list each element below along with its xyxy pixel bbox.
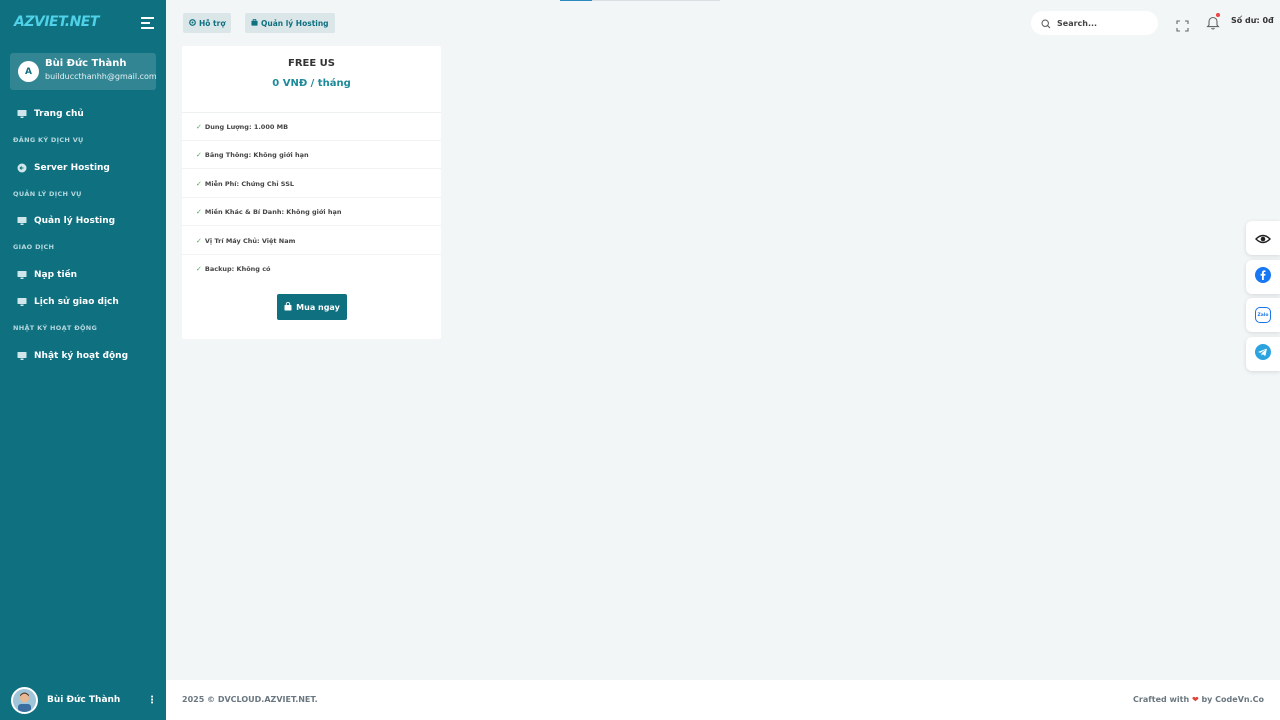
check-icon: ✓: [196, 122, 202, 131]
avatar[interactable]: [11, 687, 38, 714]
feature-text: Băng Thông: Không giới hạn: [204, 150, 309, 159]
eye-icon: [1255, 229, 1271, 248]
sidebar-item-deposit[interactable]: Nạp tiền: [17, 266, 77, 284]
visibility-button[interactable]: [1246, 221, 1280, 255]
search-box[interactable]: [1031, 11, 1158, 35]
monitor-icon: [17, 351, 27, 361]
more-options-icon[interactable]: ⋮: [147, 695, 157, 706]
telegram-button[interactable]: [1246, 337, 1280, 371]
balance: Số dư: 0đ: [1231, 16, 1274, 25]
buy-now-button[interactable]: Mua ngay: [277, 294, 347, 320]
sidebar: AZVIET.NET A Bùi Đức Thành builduccthanh…: [0, 0, 166, 720]
check-icon: ✓: [196, 207, 202, 216]
support-label: Hỗ trợ: [199, 18, 226, 28]
feature-item: ✓ Miền Khác & Bí Danh: Không giới hạn: [182, 198, 441, 226]
telegram-icon: [1255, 344, 1271, 364]
sidebar-item-home[interactable]: Trang chủ: [17, 105, 84, 123]
zalo-icon: Zalo: [1255, 307, 1271, 323]
check-icon: ✓: [196, 179, 202, 188]
check-icon: ✓: [196, 236, 202, 245]
sidebar-item-transaction-history[interactable]: Lịch sử giao dịch: [17, 293, 119, 311]
plan-price: 0 VNĐ / tháng: [272, 78, 351, 89]
feature-text: Vị Trí Máy Chủ: Việt Nam: [204, 236, 296, 245]
monitor-icon: [17, 109, 27, 119]
crafted-by: Crafted with ❤ by CodeVn.Co: [1133, 695, 1264, 704]
nav-section-activity: NHẬT KÝ HOẠT ĐỘNG: [13, 324, 98, 332]
bell-icon[interactable]: [1206, 15, 1220, 30]
loading-progress-bar: [560, 0, 720, 1]
feature-item: ✓ Vị Trí Máy Chủ: Việt Nam: [182, 227, 441, 255]
plan-card: FREE US 0 VNĐ / tháng ✓ Dung Lượng: 1.000…: [182, 46, 441, 339]
plan-name: FREE US: [288, 58, 335, 69]
search-icon: [1041, 14, 1051, 33]
user-card[interactable]: A Bùi Đức Thành builduccthanhh@gmail.com: [10, 53, 156, 90]
monitor-icon: [17, 216, 27, 226]
buy-now-label: Mua ngay: [296, 302, 340, 312]
sidebar-item-label: Nhật ký hoạt động: [34, 351, 129, 361]
monitor-icon: [17, 297, 27, 307]
monitor-icon: [17, 270, 27, 280]
feature-text: Backup: Không có: [204, 265, 271, 273]
sidebar-item-manage-hosting[interactable]: Quản lý Hosting: [17, 212, 115, 230]
sidebar-item-activity-log[interactable]: Nhật ký hoạt động: [17, 347, 128, 365]
feature-text: Dung Lượng: 1.000 MB: [204, 122, 289, 131]
footer-user-name: Bùi Đức Thành: [47, 695, 121, 705]
check-icon: ✓: [196, 265, 202, 273]
heart-icon: ❤: [1191, 695, 1199, 704]
sidebar-item-label: Quản lý Hosting: [34, 216, 116, 226]
manage-hosting-label: Quản lý Hosting: [261, 18, 329, 28]
copyright: 2025 © DVCLOUD.AZVIET.NET.: [182, 695, 318, 704]
logo[interactable]: AZVIET.NET: [14, 14, 99, 30]
crafted-prefix: Crafted with: [1133, 695, 1190, 704]
arrow-circle-icon: [17, 163, 27, 173]
feature-item: ✓ Miễn Phí: Chứng Chỉ SSL: [182, 170, 441, 198]
check-icon: ✓: [196, 150, 202, 159]
search-input[interactable]: [1057, 18, 1147, 28]
fullscreen-icon[interactable]: [1176, 17, 1189, 32]
sidebar-item-label: Server Hosting: [34, 163, 110, 173]
sidebar-item-label: Lịch sử giao dịch: [34, 297, 119, 307]
feature-item: ✓ Dung Lượng: 1.000 MB: [182, 113, 441, 141]
feature-item: ✓ Băng Thông: Không giới hạn: [182, 141, 441, 169]
briefcase-icon: [251, 18, 258, 28]
support-button[interactable]: Hỗ trợ: [183, 13, 232, 33]
user-name: Bùi Đức Thành: [45, 58, 127, 69]
nav-section-manage: QUẢN LÝ DỊCH VỤ: [13, 190, 82, 198]
manage-hosting-button[interactable]: Quản lý Hosting: [245, 13, 335, 33]
sidebar-item-server-hosting[interactable]: Server Hosting: [17, 159, 110, 177]
avatar: A: [18, 61, 39, 82]
sidebar-item-label: Nạp tiền: [34, 270, 78, 280]
feature-text: Miền Khác & Bí Danh: Không giới hạn: [204, 207, 342, 216]
notification-dot: [1216, 13, 1220, 17]
lifebuoy-icon: [189, 18, 196, 28]
facebook-icon: [1255, 267, 1271, 287]
sidebar-item-label: Trang chủ: [34, 109, 84, 119]
facebook-button[interactable]: [1246, 260, 1280, 294]
zalo-button[interactable]: Zalo: [1246, 298, 1280, 332]
feature-text: Miễn Phí: Chứng Chỉ SSL: [204, 179, 295, 188]
crafted-suffix[interactable]: by CodeVn.Co: [1201, 695, 1264, 704]
shopping-bag-icon: [284, 301, 292, 313]
nav-section-register: ĐĂNG KÝ DỊCH VỤ: [13, 136, 84, 144]
feature-item: ✓ Backup: Không có: [182, 255, 441, 283]
sidebar-footer: Bùi Đức Thành ⋮: [0, 680, 166, 720]
menu-toggle-icon[interactable]: [141, 17, 154, 29]
zalo-label: Zalo: [1257, 312, 1269, 318]
user-email: builduccthanhh@gmail.com: [45, 72, 156, 81]
page-footer: 2025 © DVCLOUD.AZVIET.NET. Crafted with …: [166, 680, 1280, 720]
nav-section-transactions: GIAO DỊCH: [13, 243, 55, 251]
